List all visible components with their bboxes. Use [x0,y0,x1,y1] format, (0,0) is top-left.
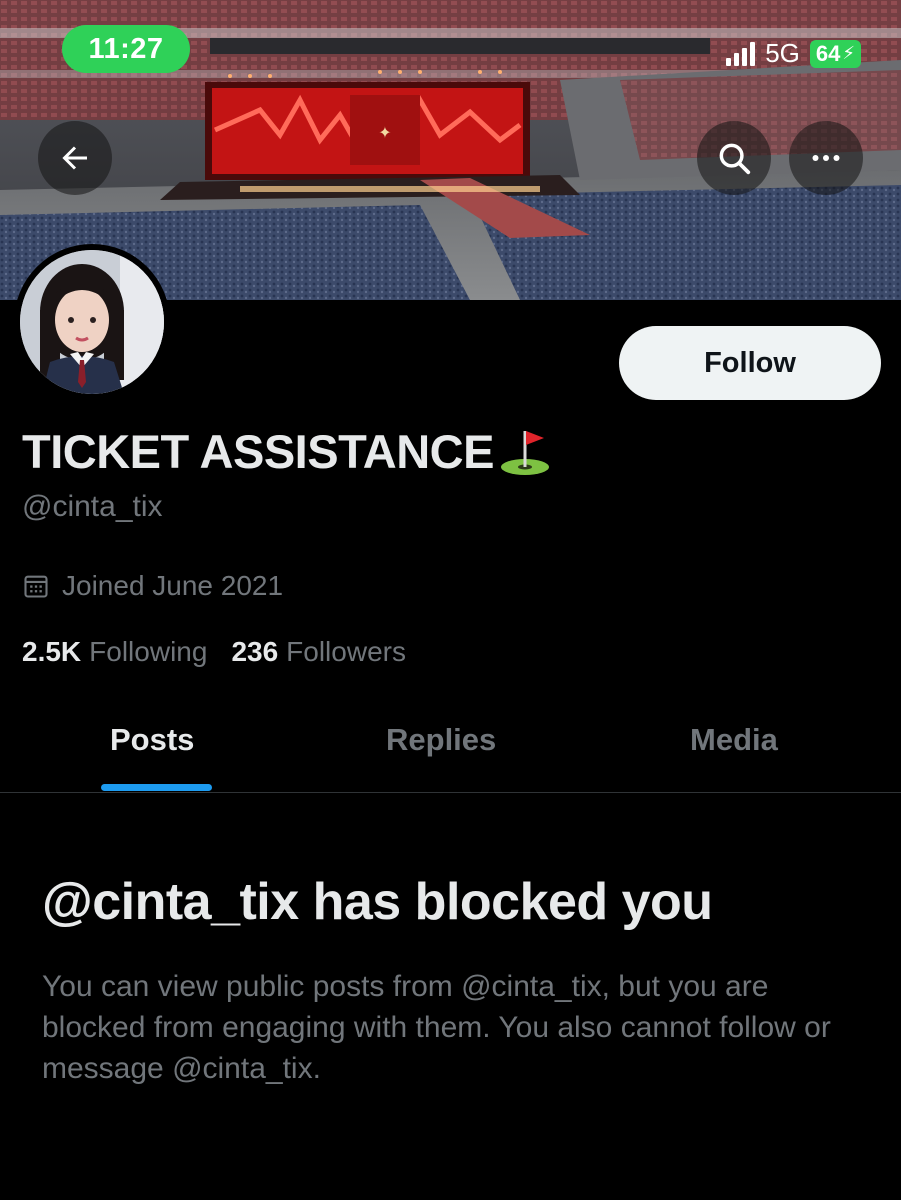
display-name-text: TICKET ASSISTANCE [22,425,494,478]
avatar-image [20,250,164,394]
network-type: 5G [765,38,800,68]
active-tab-indicator [101,784,212,791]
profile-tabs: Posts Replies Media [0,700,901,793]
avatar[interactable] [14,244,170,400]
joined-date-text: Joined June 2021 [62,570,284,601]
profile-banner[interactable]: ✦ 11:27 5G 64 ⚡ [0,0,901,300]
tab-posts[interactable]: Posts [110,722,194,758]
search-icon [719,143,751,175]
back-button[interactable] [38,121,112,195]
flag-in-hole-icon [500,430,549,475]
joined-date: Joined June 2021 [22,570,283,602]
followers-count: 236 [231,636,279,667]
following-count: 2.5K [22,636,82,667]
display-name: TICKET ASSISTANCE [22,424,550,479]
signal-strength-icon [726,41,756,66]
user-handle: @cinta_tix [22,490,163,523]
status-time: 11:27 [62,25,190,73]
profile-screen: ✦ 11:27 5G 64 ⚡ Follow TICKET ASSISTANCE… [0,0,901,1200]
tab-media[interactable]: Media [690,722,778,758]
followers-label: Followers [286,636,406,667]
blocked-title: @cinta_tix has blocked you [42,873,713,931]
battery-level: 64 [815,40,841,66]
more-options-button[interactable] [789,121,863,195]
charging-icon: ⚡ [842,43,855,63]
blocked-message: You can view public posts from @cinta_ti… [42,970,831,1085]
svg-text:✦: ✦ [378,125,391,142]
battery-indicator: 64 ⚡ [809,39,861,68]
follow-button[interactable]: Follow [619,326,881,400]
tab-replies[interactable]: Replies [386,722,496,758]
followers-link[interactable]: 236 Followers [231,636,406,668]
follow-stats: 2.5K Following 236 Followers [22,636,406,668]
search-button[interactable] [697,121,771,195]
more-horizontal-icon [812,155,840,161]
calendar-icon [24,575,48,598]
following-link[interactable]: 2.5K Following [22,636,207,668]
status-indicators: 5G 64 ⚡ [726,38,861,69]
arrow-left-icon [62,146,87,170]
following-label: Following [89,636,208,667]
